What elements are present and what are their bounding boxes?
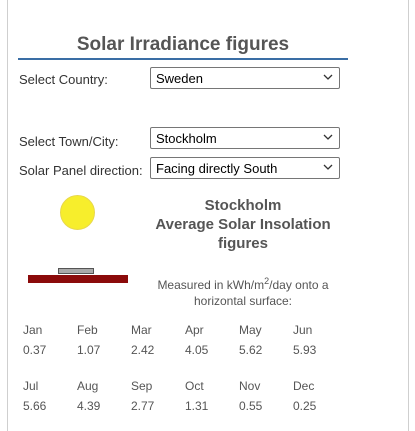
month-cell: May 5.62	[239, 323, 293, 357]
month-cell: Dec 0.25	[293, 379, 347, 413]
month-value: 5.66	[23, 399, 47, 413]
measured-line-2: horizontal surface:	[193, 294, 293, 308]
month-name: Apr	[185, 323, 204, 337]
month-cell: Jun 5.93	[293, 323, 347, 357]
month-cell: Sep 2.77	[131, 379, 185, 413]
month-value: 0.55	[239, 399, 263, 413]
heading-line-3: figures	[217, 235, 268, 252]
month-cell: Nov 0.55	[239, 379, 293, 413]
month-name: Mar	[131, 323, 152, 337]
month-name: Jul	[23, 379, 39, 393]
month-cell: Mar 2.42	[131, 323, 185, 357]
ground-bar	[28, 275, 128, 283]
page-title: Solar Irradiance figures	[18, 34, 348, 60]
month-name: May	[239, 323, 262, 337]
month-value: 2.77	[131, 399, 155, 413]
measurement-note: Measured in kWh/m2/day onto a horizontal…	[140, 273, 346, 309]
insolation-heading: Stockholm Average Solar Insolation figur…	[140, 196, 346, 253]
chevron-down-icon	[323, 74, 333, 80]
measured-pre: Measured in kWh/m	[157, 278, 265, 292]
month-value: 1.07	[77, 343, 101, 357]
month-cell: Jan 0.37	[23, 323, 77, 357]
month-cell: Aug 4.39	[77, 379, 131, 413]
heading-line-2: Average Solar Insolation	[155, 216, 331, 233]
month-name: Nov	[239, 379, 261, 393]
city-name: Stockholm	[204, 197, 282, 214]
month-value: 5.93	[293, 343, 317, 357]
town-select[interactable]: Stockholm	[150, 127, 340, 149]
month-name: Sep	[131, 379, 153, 393]
town-select-value: Stockholm	[156, 131, 217, 146]
month-name: Jun	[293, 323, 313, 337]
direction-select[interactable]: Facing directly South	[150, 157, 340, 179]
month-value: 1.31	[185, 399, 209, 413]
month-value: 0.37	[23, 343, 47, 357]
measured-post: /day onto a	[269, 278, 329, 292]
country-select-value: Sweden	[156, 71, 203, 86]
month-name: Aug	[77, 379, 99, 393]
chevron-down-icon	[323, 134, 333, 140]
month-cell: Apr 4.05	[185, 323, 239, 357]
month-value: 2.42	[131, 343, 155, 357]
month-name: Jan	[23, 323, 43, 337]
country-label: Select Country:	[19, 72, 108, 87]
month-value: 0.25	[293, 399, 317, 413]
month-value: 4.39	[77, 399, 101, 413]
month-cell: Oct 1.31	[185, 379, 239, 413]
sun-icon	[60, 195, 95, 230]
month-value: 5.62	[239, 343, 263, 357]
month-cell: Jul 5.66	[23, 379, 77, 413]
town-label: Select Town/City:	[19, 134, 119, 149]
month-cell: Feb 1.07	[77, 323, 131, 357]
month-name: Dec	[293, 379, 315, 393]
chevron-down-icon	[323, 164, 333, 170]
month-name: Oct	[185, 379, 204, 393]
country-select[interactable]: Sweden	[150, 67, 340, 89]
direction-select-value: Facing directly South	[156, 161, 278, 176]
month-name: Feb	[77, 323, 98, 337]
solar-panel-icon	[58, 268, 94, 274]
month-value: 4.05	[185, 343, 209, 357]
direction-label: Solar Panel direction:	[19, 163, 143, 178]
